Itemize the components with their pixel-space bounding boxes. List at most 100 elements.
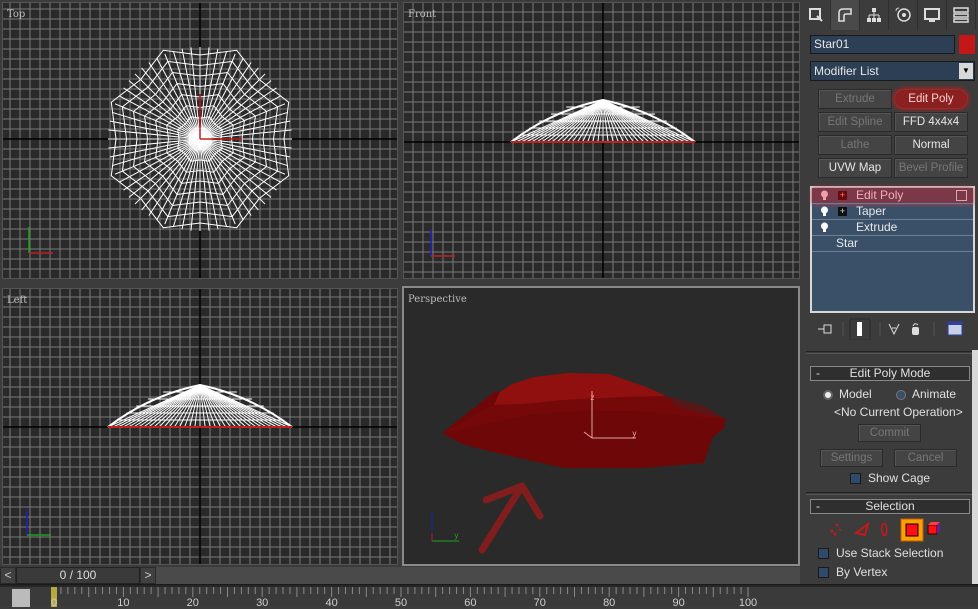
vertex-icon[interactable] [830,523,842,536]
object-color-swatch[interactable] [959,35,975,54]
stack-item-extrude[interactable]: Extrude [812,220,973,236]
configure-modifier-sets-icon[interactable] [947,321,963,336]
command-panel-tabs [802,0,978,32]
modifier-button-normal[interactable]: Normal [894,135,968,155]
stack-item-star[interactable]: Star [812,236,973,252]
axis-tripod-icon [26,509,51,536]
use-stack-selection-checkbox[interactable] [818,548,829,559]
settings-button[interactable]: Settings [820,449,883,467]
expand-icon[interactable]: + [838,191,847,200]
tab-motion[interactable] [889,0,918,30]
gizmo-z-label: z [590,393,595,402]
modifier-button-bevel-profile[interactable]: Bevel Profile [894,158,968,178]
rollout-header-edit-poly-mode[interactable]: - Edit Poly Mode [810,366,970,381]
umbrella-mesh[interactable] [442,373,726,468]
border-icon[interactable] [880,522,888,536]
star-wireframe-front[interactable] [510,98,696,143]
left-view-canvas [3,289,397,564]
gizmo-y-label: y [632,429,637,438]
tick-label: 60 [464,597,477,609]
command-panel: Star01 Modifier List ▼ Extrude Edit Poly… [802,0,978,606]
modifier-button-edit-poly[interactable]: Edit Poly [894,89,968,109]
stack-item-edit-poly[interactable]: + Edit Poly [812,188,973,204]
modifier-list-dropdown[interactable]: Modifier List ▼ [810,61,975,81]
radio-animate[interactable] [896,390,906,400]
display-icon [924,8,940,22]
star-wireframe-left[interactable] [107,383,293,428]
chevron-down-icon[interactable]: ▼ [959,63,973,79]
show-end-result-icon[interactable] [857,322,862,336]
tick-label: 90 [672,597,685,609]
modifier-list-label: Modifier List [814,64,879,78]
show-cage-label[interactable]: Show Cage [868,471,930,485]
viewport-front[interactable]: Front [403,2,800,279]
tick-label: 0 [50,597,58,609]
lightbulb-icon[interactable] [820,222,829,233]
viewport-perspective[interactable]: z y y Perspective [402,286,800,566]
edge-icon[interactable] [853,521,870,537]
radio-model-label[interactable]: Model [839,387,872,401]
tab-modify[interactable] [831,0,860,30]
time-slider-thumb[interactable]: 0 / 100 [16,567,140,584]
tab-utilities[interactable] [947,0,976,30]
by-vertex-label[interactable]: By Vertex [836,565,887,579]
tick-label: 10 [117,597,130,609]
viewport-label[interactable]: Top [7,9,25,20]
modifier-toggle-box[interactable] [956,190,967,201]
viewport-top[interactable]: Top [2,2,398,279]
stack-toolbar [810,318,975,341]
modifier-button-extrude[interactable]: Extrude [818,89,892,109]
tick-label: 40 [325,597,338,609]
utilities-icon [953,7,969,23]
cancel-button[interactable]: Cancel [894,449,957,467]
modifier-button-uvw-map[interactable]: UVW Map [818,158,892,178]
tab-create[interactable] [802,0,831,30]
viewport-label[interactable]: Perspective [408,294,467,305]
object-name-field[interactable]: Star01 [810,35,955,54]
viewport-label[interactable]: Front [408,9,436,20]
expand-icon[interactable]: + [838,207,847,216]
track-bar-ticks [0,585,978,597]
commit-button[interactable]: Commit [858,424,921,442]
time-slider[interactable]: < 0 / 100 > [0,567,800,584]
stack-item-label: Taper [856,204,887,218]
modifier-button-ffd[interactable]: FFD 4x4x4 [894,112,968,132]
motion-icon [895,7,911,22]
rollout-title: Selection [865,499,915,513]
collapse-icon: - [816,366,820,380]
next-frame-button[interactable]: > [140,567,156,584]
create-icon [809,8,823,22]
remove-modifier-icon[interactable] [912,323,919,335]
tick-label: 30 [256,597,269,609]
viewport-label[interactable]: Left [7,295,27,306]
rollout-title: Edit Poly Mode [849,366,931,380]
tick-label: 70 [533,597,546,609]
prev-frame-button[interactable]: < [0,567,16,584]
viewport-left[interactable]: Left [2,288,398,565]
hierarchy-icon [867,8,881,22]
tick-label: 20 [186,597,199,609]
stack-item-taper[interactable]: + Taper [812,204,973,220]
tab-display[interactable] [918,0,947,30]
modify-icon [838,8,852,22]
track-bar[interactable]: 0 10 20 30 40 50 60 70 80 90 100 [0,584,978,609]
pin-stack-icon[interactable] [818,324,832,334]
tab-hierarchy[interactable] [860,0,889,30]
annotation-arrow-icon [478,482,544,554]
tick-label: 50 [394,597,408,609]
lightbulb-icon[interactable] [820,190,829,201]
make-unique-icon[interactable] [888,323,900,336]
modifier-button-lathe[interactable]: Lathe [818,135,892,155]
rollout-header-selection[interactable]: - Selection [810,499,970,514]
modifier-button-edit-spline[interactable]: Edit Spline [818,112,892,132]
tick-marks [53,587,749,597]
radio-model[interactable] [823,390,833,400]
lightbulb-icon[interactable] [820,206,829,217]
command-panel-scrollbar[interactable] [972,350,978,606]
element-icon[interactable] [927,522,940,535]
radio-animate-label[interactable]: Animate [912,387,956,401]
show-cage-checkbox[interactable] [850,473,861,484]
use-stack-selection-label[interactable]: Use Stack Selection [836,546,943,560]
tick-label: 100 [738,597,758,609]
by-vertex-checkbox[interactable] [818,567,829,578]
